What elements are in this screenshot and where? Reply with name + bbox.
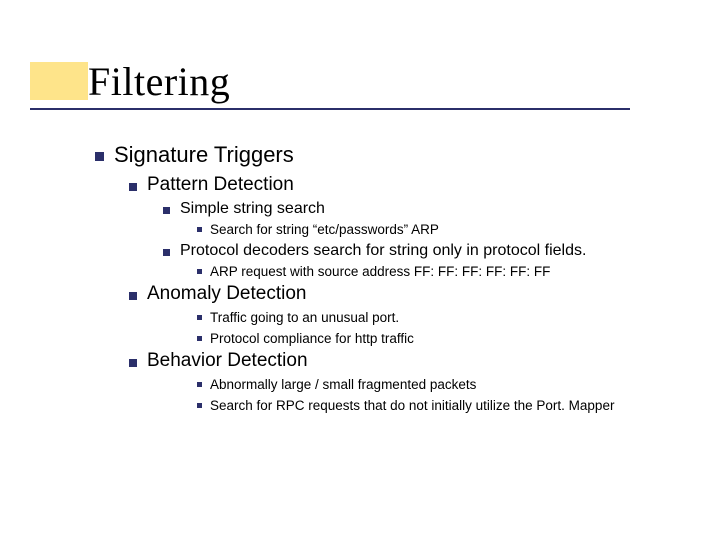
- square-bullet-icon: [197, 269, 202, 274]
- slide-content: Signature Triggers Pattern Detection Sim…: [95, 142, 695, 417]
- bullet-text: Protocol decoders search for string only…: [180, 242, 695, 260]
- bullet-lvl2: Simple string search: [163, 200, 695, 218]
- square-bullet-icon: [129, 183, 137, 191]
- bullet-text: Behavior Detection: [147, 350, 695, 372]
- bullet-text: Search for string “etc/passwords” ARP: [210, 221, 695, 239]
- title-accent-block: [30, 62, 88, 100]
- bullet-lvl2: Protocol decoders search for string only…: [163, 242, 695, 260]
- bullet-text: Abnormally large / small fragmented pack…: [210, 376, 695, 394]
- bullet-text: ARP request with source address FF: FF: …: [210, 263, 695, 281]
- bullet-lvl0: Signature Triggers: [95, 142, 695, 168]
- square-bullet-icon: [197, 403, 202, 408]
- title-underline: [30, 108, 630, 110]
- bullet-lvl1: Pattern Detection: [129, 174, 695, 196]
- bullet-lvl3: Search for string “etc/passwords” ARP: [197, 221, 695, 239]
- bullet-text: Protocol compliance for http traffic: [210, 330, 695, 348]
- slide-title: Filtering: [88, 58, 230, 105]
- bullet-text: Search for RPC requests that do not init…: [210, 397, 695, 415]
- square-bullet-icon: [95, 152, 104, 161]
- bullet-lvl3: ARP request with source address FF: FF: …: [197, 263, 695, 281]
- bullet-text: Traffic going to an unusual port.: [210, 309, 695, 327]
- bullet-lvl3: Traffic going to an unusual port.: [197, 309, 695, 327]
- square-bullet-icon: [197, 336, 202, 341]
- bullet-text: Anomaly Detection: [147, 283, 695, 305]
- square-bullet-icon: [163, 249, 170, 256]
- square-bullet-icon: [197, 227, 202, 232]
- bullet-lvl3: Abnormally large / small fragmented pack…: [197, 376, 695, 394]
- square-bullet-icon: [129, 359, 137, 367]
- square-bullet-icon: [197, 315, 202, 320]
- bullet-text: Pattern Detection: [147, 174, 695, 196]
- bullet-text: Simple string search: [180, 200, 695, 218]
- bullet-lvl1: Behavior Detection: [129, 350, 695, 372]
- bullet-lvl3: Search for RPC requests that do not init…: [197, 397, 695, 415]
- square-bullet-icon: [163, 207, 170, 214]
- bullet-lvl1: Anomaly Detection: [129, 283, 695, 305]
- square-bullet-icon: [129, 292, 137, 300]
- square-bullet-icon: [197, 382, 202, 387]
- bullet-text: Signature Triggers: [114, 142, 695, 168]
- bullet-lvl3: Protocol compliance for http traffic: [197, 330, 695, 348]
